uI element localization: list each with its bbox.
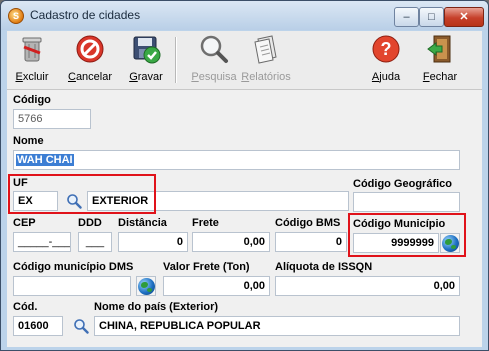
toolbar: Excluir Cancelar Gravar Pesquisa Relatór… xyxy=(7,31,482,90)
cancel-icon xyxy=(76,35,104,63)
nome-field[interactable]: WAH CHAI xyxy=(13,150,460,170)
cep-field[interactable]: _____-___ xyxy=(13,232,71,252)
codigo-label: Código xyxy=(13,94,51,106)
frete-label: Frete xyxy=(192,217,219,229)
nome-label: Nome xyxy=(13,135,44,147)
relatorios-button[interactable]: Relatórios xyxy=(239,33,293,87)
svg-text:?: ? xyxy=(381,39,392,59)
distancia-field[interactable]: 0 xyxy=(118,232,188,252)
codigo-bms-label: Código BMS xyxy=(275,217,341,229)
cancelar-label: Cancelar xyxy=(67,71,113,83)
codigo-geografico-field[interactable] xyxy=(353,192,460,212)
trash-icon xyxy=(22,37,42,62)
cep-label: CEP xyxy=(13,217,36,229)
cadastro-cidades-window: S Cadastro de cidades – □ ✕ Excluir Canc… xyxy=(0,0,489,351)
client-area: Excluir Cancelar Gravar Pesquisa Relatór… xyxy=(7,31,482,347)
codigo-municipio-dms-field[interactable] xyxy=(13,276,131,296)
valor-frete-ton-label: Valor Frete (Ton) xyxy=(163,261,250,273)
magnifier-icon xyxy=(200,35,228,63)
fechar-button[interactable]: Fechar xyxy=(419,33,461,87)
aliquota-issqn-label: Alíquota de ISSQN xyxy=(275,261,373,273)
gravar-label: Gravar xyxy=(129,71,163,83)
gravar-button[interactable]: Gravar xyxy=(126,33,166,87)
app-icon: S xyxy=(8,8,24,24)
exit-door-icon xyxy=(427,35,451,63)
distancia-label: Distância xyxy=(118,217,167,229)
cod-pais-label: Cód. xyxy=(13,301,38,313)
close-button[interactable]: ✕ xyxy=(444,7,484,27)
minimize-button[interactable]: – xyxy=(394,7,419,27)
cancelar-button[interactable]: Cancelar xyxy=(67,33,113,87)
uf-highlight-box xyxy=(8,174,156,214)
cod-pais-field[interactable]: 01600 xyxy=(13,316,63,336)
ajuda-button[interactable]: ? Ajuda xyxy=(367,33,405,87)
toolbar-separator xyxy=(175,37,177,83)
codigo-bms-field[interactable]: 0 xyxy=(275,232,347,252)
codigo-geografico-label: Código Geográfico xyxy=(353,178,452,190)
nome-selected-text: WAH CHAI xyxy=(16,154,74,166)
codigo-municipio-highlight-box xyxy=(348,213,466,257)
save-disk-icon xyxy=(133,36,161,64)
maximize-button[interactable]: □ xyxy=(419,7,444,27)
fechar-label: Fechar xyxy=(422,71,458,83)
ajuda-label: Ajuda xyxy=(371,71,401,83)
relatorios-label: Relatórios xyxy=(241,71,291,83)
excluir-label: Excluir xyxy=(15,71,49,83)
ddd-label: DDD xyxy=(78,217,102,229)
globe-icon xyxy=(138,278,155,295)
frete-field[interactable]: 0,00 xyxy=(192,232,270,252)
report-pages-icon xyxy=(254,35,277,64)
nome-pais-field: CHINA, REPUBLICA POPULAR xyxy=(94,316,460,336)
nome-pais-label: Nome do país (Exterior) xyxy=(94,301,219,313)
pesquisa-label: Pesquisa xyxy=(191,71,237,83)
help-icon: ? xyxy=(372,35,400,63)
title-bar: S Cadastro de cidades – □ ✕ xyxy=(1,1,488,30)
codigo-municipio-dms-lookup-button[interactable] xyxy=(136,276,156,296)
aliquota-issqn-field[interactable]: 0,00 xyxy=(275,276,460,296)
window-title: Cadastro de cidades xyxy=(30,8,141,22)
codigo-municipio-dms-label: Código município DMS xyxy=(13,261,134,273)
valor-frete-ton-field[interactable]: 0,00 xyxy=(163,276,270,296)
pesquisa-button[interactable]: Pesquisa xyxy=(191,33,237,87)
pais-search-icon[interactable] xyxy=(73,318,89,334)
excluir-button[interactable]: Excluir xyxy=(11,33,53,87)
ddd-field[interactable]: ___ xyxy=(78,232,112,252)
codigo-field[interactable]: 5766 xyxy=(13,109,91,129)
